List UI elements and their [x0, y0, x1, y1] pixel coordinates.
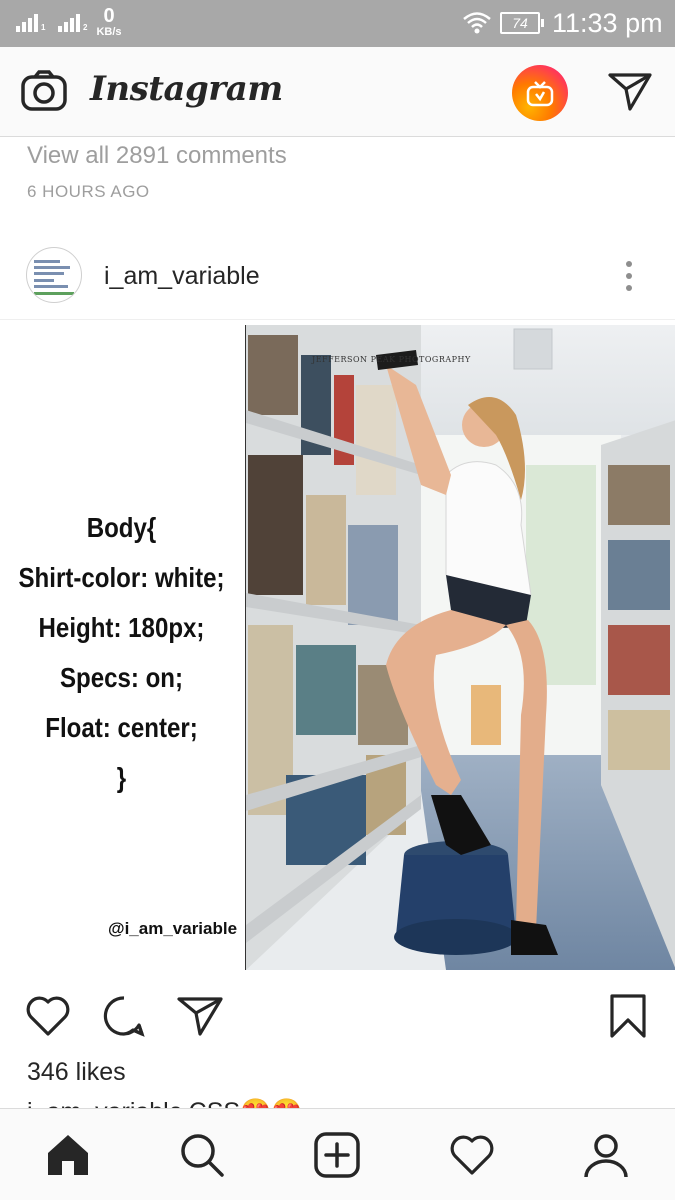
more-options-button[interactable]	[614, 256, 644, 296]
battery-indicator: 74	[500, 12, 544, 34]
likes-count[interactable]: 346 likes	[27, 1058, 126, 1087]
direct-send-icon[interactable]	[606, 69, 654, 113]
sim1-label: 1	[41, 23, 46, 32]
more-dot-icon	[626, 273, 632, 279]
image-watermark: @i_am_variable	[108, 919, 238, 938]
search-icon[interactable]	[178, 1131, 226, 1179]
more-dot-icon	[626, 285, 632, 291]
camera-icon[interactable]	[20, 69, 68, 113]
post-timestamp: 6 HOURS AGO	[27, 182, 150, 201]
code-line: Specs: on;	[59, 662, 184, 693]
igtv-icon	[526, 81, 554, 107]
post-image[interactable]: Body{ Shirt-color: white; Height: 180px;…	[0, 325, 675, 970]
signal-sim1-icon: 1	[16, 12, 45, 32]
photo-credit: JEFFERSON PEAK PHOTOGRAPHY	[312, 355, 471, 364]
post-actions	[0, 970, 675, 1060]
igtv-button[interactable]	[512, 65, 568, 121]
post-header: i_am_variable	[0, 236, 675, 320]
code-line: Float: center;	[45, 712, 198, 743]
sim2-label: 2	[83, 23, 88, 32]
view-all-comments-link[interactable]: View all 2891 comments	[27, 142, 287, 170]
signal-sim2-icon: 2	[58, 12, 87, 32]
code-line: }	[116, 762, 127, 793]
bookmark-icon[interactable]	[604, 992, 652, 1040]
more-dot-icon	[626, 261, 632, 267]
wifi-icon	[463, 12, 491, 34]
library-photo	[245, 325, 675, 970]
activity-heart-icon[interactable]	[448, 1131, 496, 1179]
app-header: Instagram	[0, 47, 675, 137]
share-send-icon[interactable]	[176, 992, 224, 1040]
avatar[interactable]	[26, 247, 82, 303]
instagram-logo: Instagram	[90, 69, 283, 109]
home-icon[interactable]	[44, 1131, 92, 1179]
status-time: 11:33 pm	[552, 8, 663, 38]
code-line: Body{	[86, 512, 157, 543]
network-speed-unit: KB/s	[96, 26, 122, 38]
status-bar: 1 2 0 KB/s 74 11:33 pm	[0, 0, 675, 47]
code-text-block: Body{ Shirt-color: white; Height: 180px;…	[17, 503, 226, 803]
comment-icon[interactable]	[100, 992, 148, 1040]
network-speed-value: 0	[103, 5, 115, 27]
like-heart-icon[interactable]	[24, 992, 72, 1040]
new-post-icon[interactable]	[313, 1131, 361, 1179]
code-line: Shirt-color: white;	[18, 562, 225, 593]
code-line: Height: 180px;	[38, 612, 205, 643]
profile-icon[interactable]	[582, 1131, 630, 1179]
post-username[interactable]: i_am_variable	[104, 262, 260, 291]
network-speed: 0 KB/s	[92, 6, 126, 38]
bottom-nav	[0, 1108, 675, 1200]
library-photo-illustration	[246, 325, 675, 970]
